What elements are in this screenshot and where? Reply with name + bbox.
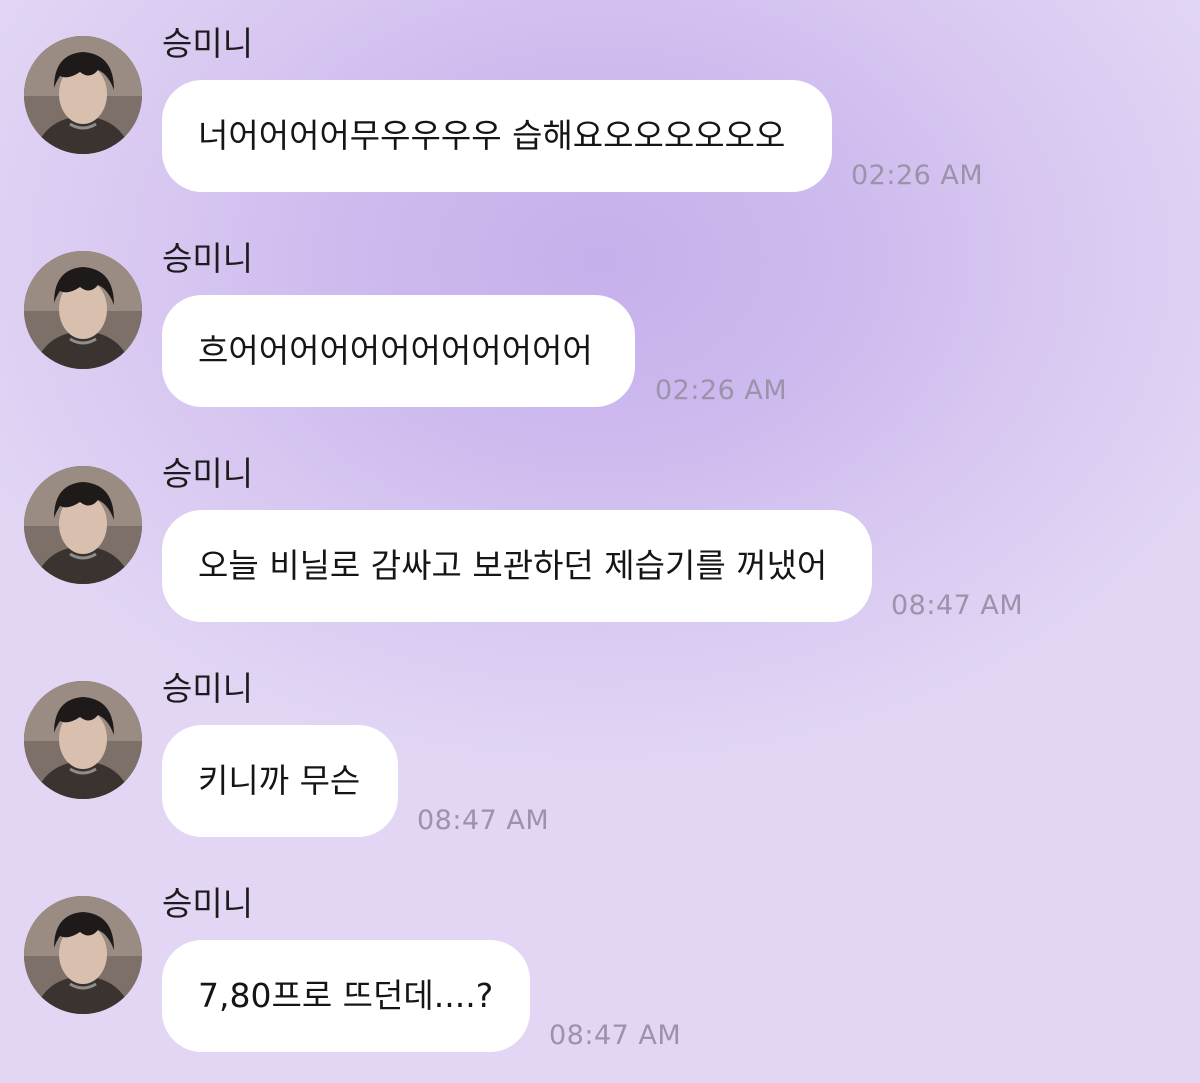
avatar[interactable] bbox=[24, 251, 142, 369]
profile-photo-icon bbox=[24, 251, 142, 369]
profile-photo-icon bbox=[24, 681, 142, 799]
sender-name: 승미니 bbox=[162, 454, 254, 493]
profile-photo-icon bbox=[24, 36, 142, 154]
profile-photo-icon bbox=[24, 896, 142, 1014]
chat-log: 승미니 너어어어어무우우우우 습해요오오오오오오 02:26 AM 승미니 흐어… bbox=[0, 0, 1200, 1083]
message-timestamp: 08:47 AM bbox=[417, 805, 550, 836]
message-timestamp: 08:47 AM bbox=[891, 590, 1024, 621]
profile-photo-icon bbox=[24, 466, 142, 584]
message-row: 승미니 오늘 비닐로 감싸고 보관하던 제습기를 꺼냈어 08:47 AM bbox=[0, 430, 1200, 630]
sender-name: 승미니 bbox=[162, 24, 254, 63]
message-timestamp: 08:47 AM bbox=[549, 1020, 682, 1051]
avatar[interactable] bbox=[24, 896, 142, 1014]
avatar[interactable] bbox=[24, 36, 142, 154]
message-bubble[interactable]: 오늘 비닐로 감싸고 보관하던 제습기를 꺼냈어 bbox=[162, 510, 872, 622]
avatar[interactable] bbox=[24, 681, 142, 799]
sender-name: 승미니 bbox=[162, 884, 254, 923]
message-bubble[interactable]: 너어어어어무우우우우 습해요오오오오오오 bbox=[162, 80, 832, 192]
message-timestamp: 02:26 AM bbox=[655, 375, 788, 406]
avatar[interactable] bbox=[24, 466, 142, 584]
message-bubble[interactable]: 7,80프로 뜨던데....? bbox=[162, 940, 530, 1052]
message-timestamp: 02:26 AM bbox=[851, 160, 984, 191]
message-row: 승미니 7,80프로 뜨던데....? 08:47 AM bbox=[0, 860, 1200, 1060]
sender-name: 승미니 bbox=[162, 669, 254, 708]
message-row: 승미니 키니까 무슨 08:47 AM bbox=[0, 645, 1200, 845]
message-bubble[interactable]: 키니까 무슨 bbox=[162, 725, 398, 837]
message-row: 승미니 흐어어어어어어어어어어어어 02:26 AM bbox=[0, 215, 1200, 415]
message-bubble[interactable]: 흐어어어어어어어어어어어어 bbox=[162, 295, 635, 407]
sender-name: 승미니 bbox=[162, 239, 254, 278]
message-row: 승미니 너어어어어무우우우우 습해요오오오오오오 02:26 AM bbox=[0, 0, 1200, 200]
